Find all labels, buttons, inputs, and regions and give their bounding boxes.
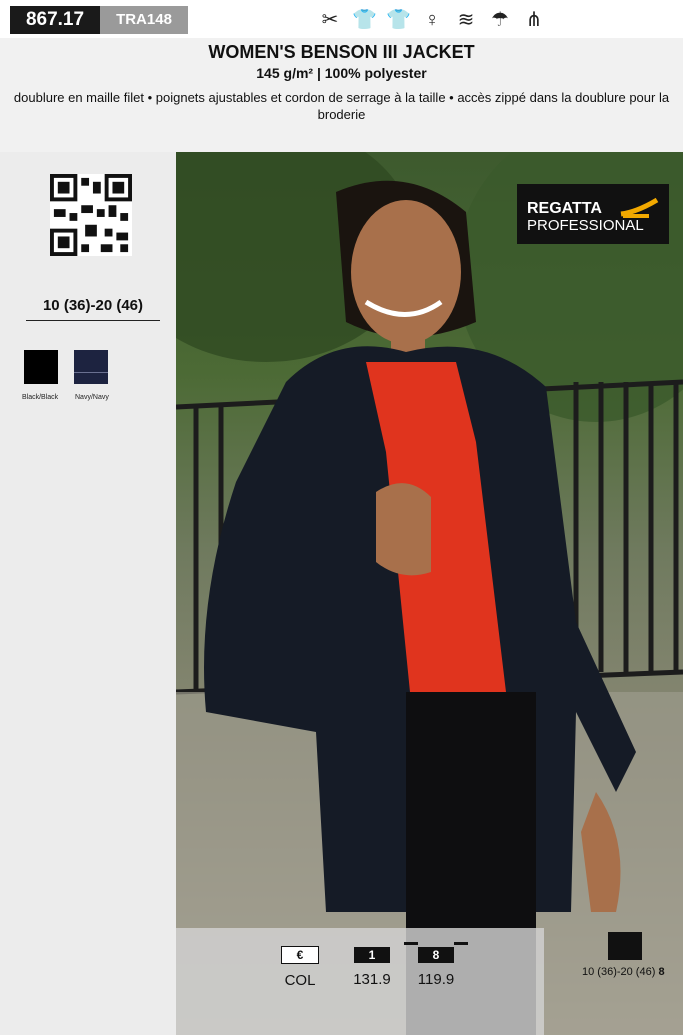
feature-icons: ✂ 👕 👕 ♀ ≋ ☂ ⋔ [318, 6, 546, 34]
product-title: WOMEN'S BENSON III JACKET [208, 42, 475, 62]
carton-label: 10 (36)-20 (46) 8 [582, 966, 665, 978]
fir-tree-icon: ⋔ [525, 9, 543, 31]
carton-size-range: 10 (36)-20 (46) [582, 966, 656, 978]
color-swatch-black[interactable] [24, 350, 58, 384]
tag-icon: ✂ [321, 9, 339, 31]
carton-qty: 8 [658, 966, 665, 978]
qr-code[interactable] [50, 174, 132, 256]
price-1: 131.9 [353, 971, 391, 988]
color-swatch-navy[interactable] [74, 350, 108, 384]
product-description: doublure en maille filet • poignets ajus… [13, 90, 670, 122]
price-column-8: 8 119.9 [404, 942, 468, 988]
sidebar: 10 (36)-20 (46) Black/Black Navy/Navy [0, 152, 176, 1035]
brand-logo: REGATTA PROFESSIONAL [517, 184, 669, 244]
qty-badge-8: 8 [418, 947, 454, 963]
model-illustration [176, 152, 683, 1035]
currency-column: € COL [276, 946, 324, 989]
pack-bar [404, 942, 468, 945]
umbrella-icon: ☂ [491, 9, 509, 31]
product-photo [176, 152, 683, 1035]
person-icon: ♀ [424, 9, 440, 31]
top-bar: 867.17 TRA148 ✂ 👕 👕 ♀ ≋ ☂ ⋔ [0, 0, 683, 38]
currency-symbol: € [281, 946, 319, 964]
tshirt-plus-icon: 👕 [386, 9, 411, 31]
brand-name: REGATTA [527, 200, 602, 217]
carton-icon [608, 932, 642, 960]
color-label-navy: Navy/Navy [75, 394, 109, 401]
price-column-1: 1 131.9 [346, 946, 398, 988]
product-code: 867.17 [10, 6, 100, 34]
brand-swoosh-icon [620, 197, 659, 218]
color-label-black: Black/Black [22, 394, 59, 401]
tshirt-icon: 👕 [352, 9, 377, 31]
product-header: WOMEN'S BENSON III JACKET 145 g/m² | 100… [0, 38, 683, 152]
price-8: 119.9 [417, 971, 455, 988]
qty-badge-1: 1 [354, 947, 390, 963]
product-reference: TRA148 [100, 6, 188, 34]
currency-label: COL [284, 972, 316, 989]
wash-icon: ≋ [457, 9, 475, 31]
product-subtitle: 145 g/m² | 100% polyester [256, 65, 427, 81]
size-range: 10 (36)-20 (46) [26, 297, 160, 321]
price-table: € COL 1 131.9 8 119.9 [176, 928, 544, 1035]
brand-subname: PROFESSIONAL [527, 217, 644, 234]
